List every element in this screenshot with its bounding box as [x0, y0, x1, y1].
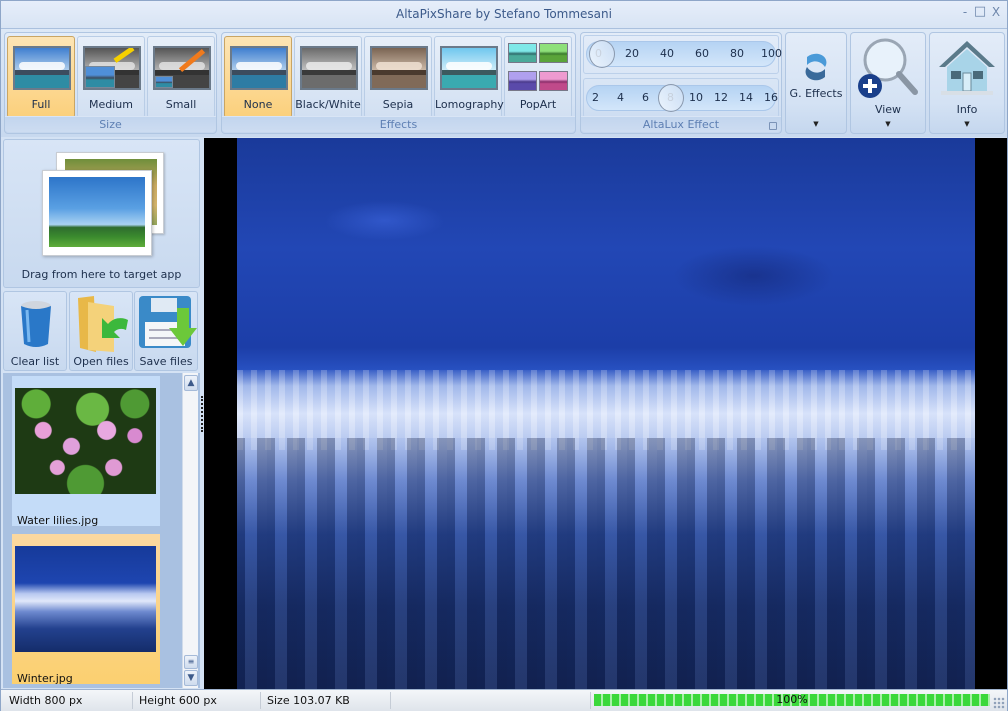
effect-sepia-button[interactable]: Sepia: [364, 36, 432, 118]
sepia-image-icon: [370, 46, 428, 90]
size-full-label: Full: [31, 98, 51, 111]
image-viewer[interactable]: [204, 138, 1007, 689]
splitter-grip-icon: [201, 396, 203, 432]
full-size-image-icon: [13, 46, 71, 90]
scale-tick: 16: [764, 91, 778, 104]
effect-lomography-button[interactable]: Lomography: [434, 36, 504, 118]
scale-tick: 2: [592, 91, 599, 104]
strength-tick: 60: [695, 47, 709, 60]
strength-slider-box: 0 20 40 60 80 100: [583, 35, 782, 74]
small-size-image-icon: [153, 46, 211, 90]
scale-tick: 6: [642, 91, 649, 104]
lomography-image-icon: [440, 46, 498, 90]
title-bar[interactable]: AltaPixShare by Stefano Tommesani - □ X: [1, 1, 1007, 29]
drag-to-target-area[interactable]: Drag from here to target app: [3, 139, 200, 288]
strength-tick: 80: [730, 47, 744, 60]
effect-black-white-button[interactable]: Black/White: [294, 36, 362, 118]
effect-lomography-label: Lomography: [435, 98, 504, 111]
chevron-down-icon: ▼: [964, 120, 970, 128]
dialog-launcher-icon[interactable]: [769, 122, 777, 130]
size-group-label: Size: [5, 116, 216, 132]
info-label: Info: [956, 103, 978, 116]
effect-popart-label: PopArt: [519, 98, 557, 111]
altalux-group-label: AltaLux Effect: [581, 116, 781, 132]
image-width-status: Width 800 px: [3, 692, 133, 709]
clear-list-label: Clear list: [10, 355, 60, 368]
scroll-up-button[interactable]: ▲: [184, 375, 198, 391]
effect-popart-button[interactable]: PopArt: [504, 36, 572, 118]
file-list-scrollbar[interactable]: ▲ ≡ ▼: [182, 373, 198, 688]
save-files-label: Save files: [139, 355, 193, 368]
effects-group: None Black/White Sepia Lomography PopArt…: [221, 32, 576, 134]
black-white-image-icon: [300, 46, 358, 90]
strength-tick: 100: [761, 47, 782, 60]
scale-tick: 12: [714, 91, 728, 104]
clear-list-button[interactable]: Clear list: [3, 291, 67, 371]
altalux-strength-slider[interactable]: 0 20 40 60 80 100: [586, 40, 782, 68]
effect-sepia-label: Sepia: [382, 98, 414, 111]
drag-label: Drag from here to target app: [21, 268, 182, 281]
file-list: Water lilies.jpg Winter.jpg: [3, 373, 200, 688]
close-button[interactable]: X: [987, 4, 1005, 20]
magnifier-zoom-icon: [858, 38, 918, 98]
winter-thumbnail: [15, 546, 156, 652]
scale-tick: 4: [617, 91, 624, 104]
view-button[interactable]: View ▼: [850, 32, 926, 134]
progress-text: 100%: [776, 693, 808, 706]
file-name: Water lilies.jpg: [17, 514, 99, 526]
save-floppy-icon: [139, 296, 197, 348]
file-list-item-selected[interactable]: Winter.jpg: [12, 534, 160, 684]
scale-slider-knob[interactable]: [657, 84, 684, 112]
strength-tick: 40: [660, 47, 674, 60]
no-effect-image-icon: [230, 46, 288, 90]
open-files-button[interactable]: Open files: [69, 291, 133, 371]
file-name: Winter.jpg: [17, 672, 73, 684]
effect-black-white-label: Black/White: [295, 98, 361, 111]
save-files-button[interactable]: Save files: [134, 291, 198, 371]
size-small-label: Small: [165, 98, 197, 111]
view-label: View: [874, 103, 902, 116]
recycle-bin-icon: [21, 301, 51, 347]
swirl-effects-icon: [805, 53, 827, 81]
effect-none-label: None: [243, 98, 273, 111]
scale-slider-box: 2 4 6 8 10 12 14 16: [583, 78, 779, 118]
file-list-item[interactable]: Water lilies.jpg: [12, 376, 160, 526]
geffects-label: G. Effects: [789, 87, 843, 100]
geffects-button[interactable]: G. Effects ▼: [785, 32, 847, 134]
scale-tick: 10: [689, 91, 703, 104]
medium-size-image-icon: [83, 46, 141, 90]
info-button[interactable]: Info ▼: [929, 32, 1005, 134]
size-group: Full Medium Small Size: [4, 32, 217, 134]
window-title: AltaPixShare by Stefano Tommesani: [396, 7, 612, 21]
size-full-button[interactable]: Full: [7, 36, 75, 118]
resize-grip-icon[interactable]: [993, 697, 1005, 709]
chevron-down-icon: ▼: [885, 120, 891, 128]
size-small-button[interactable]: Small: [147, 36, 215, 118]
scroll-thumb[interactable]: ≡: [184, 655, 198, 669]
size-medium-button[interactable]: Medium: [77, 36, 145, 118]
empty-status-panel: [391, 692, 591, 709]
image-height-status: Height 600 px: [133, 692, 261, 709]
open-folder-icon: [78, 296, 128, 352]
altalux-group: 0 20 40 60 80 100 2 4 6 8 10 12 14: [580, 32, 782, 134]
chevron-down-icon: ▼: [813, 120, 819, 128]
ribbon: Full Medium Small Size None Black/White …: [1, 29, 1007, 137]
strength-slider-knob[interactable]: [589, 40, 615, 68]
scroll-down-button[interactable]: ▼: [184, 670, 198, 686]
strength-tick: 20: [625, 47, 639, 60]
house-icon: [939, 41, 995, 95]
status-bar: Width 800 px Height 600 px Size 103.07 K…: [1, 689, 1007, 711]
open-files-label: Open files: [73, 355, 129, 368]
scale-tick: 14: [739, 91, 753, 104]
water-lilies-thumbnail: [15, 388, 156, 494]
effect-none-button[interactable]: None: [224, 36, 292, 118]
altalux-scale-slider[interactable]: 2 4 6 8 10 12 14 16: [586, 84, 778, 112]
size-medium-label: Medium: [89, 98, 133, 111]
effects-group-label: Effects: [222, 116, 575, 132]
winter-image-preview: [237, 138, 975, 689]
progress-bar: 100%: [594, 693, 990, 706]
app-window: AltaPixShare by Stefano Tommesani - □ X …: [0, 0, 1008, 711]
image-size-status: Size 103.07 KB: [261, 692, 391, 709]
